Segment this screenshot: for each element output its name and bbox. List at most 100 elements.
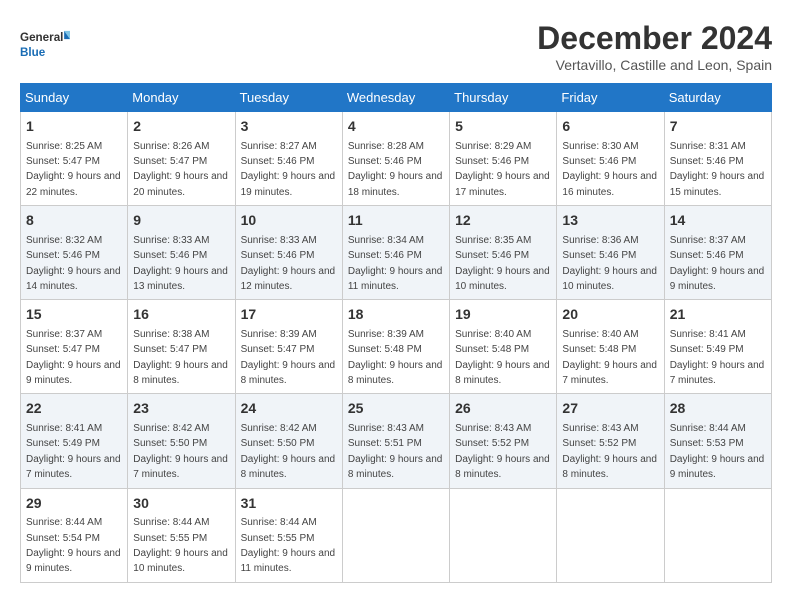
day-cell: 28 Sunrise: 8:44 AMSunset: 5:53 PMDaylig… <box>664 394 771 488</box>
day-number: 20 <box>562 305 658 325</box>
day-cell: 11 Sunrise: 8:34 AMSunset: 5:46 PMDaylig… <box>342 206 449 300</box>
day-cell: 6 Sunrise: 8:30 AMSunset: 5:46 PMDayligh… <box>557 112 664 206</box>
day-cell: 26 Sunrise: 8:43 AMSunset: 5:52 PMDaylig… <box>450 394 557 488</box>
day-info: Sunrise: 8:41 AMSunset: 5:49 PMDaylight:… <box>26 423 121 480</box>
day-info: Sunrise: 8:43 AMSunset: 5:52 PMDaylight:… <box>562 423 657 480</box>
day-info: Sunrise: 8:41 AMSunset: 5:49 PMDaylight:… <box>670 329 765 386</box>
day-number: 2 <box>133 117 229 137</box>
day-cell: 15 Sunrise: 8:37 AMSunset: 5:47 PMDaylig… <box>21 300 128 394</box>
day-number: 25 <box>348 399 444 419</box>
day-info: Sunrise: 8:44 AMSunset: 5:54 PMDaylight:… <box>26 517 121 574</box>
day-info: Sunrise: 8:40 AMSunset: 5:48 PMDaylight:… <box>455 329 550 386</box>
day-number: 3 <box>241 117 337 137</box>
day-number: 30 <box>133 494 229 514</box>
day-info: Sunrise: 8:39 AMSunset: 5:48 PMDaylight:… <box>348 329 443 386</box>
week-row-2: 8 Sunrise: 8:32 AMSunset: 5:46 PMDayligh… <box>21 206 772 300</box>
day-cell: 31 Sunrise: 8:44 AMSunset: 5:55 PMDaylig… <box>235 488 342 582</box>
day-number: 23 <box>133 399 229 419</box>
day-number: 22 <box>26 399 122 419</box>
day-number: 27 <box>562 399 658 419</box>
logo: General Blue <box>20 20 70 70</box>
day-cell: 19 Sunrise: 8:40 AMSunset: 5:48 PMDaylig… <box>450 300 557 394</box>
day-cell: 8 Sunrise: 8:32 AMSunset: 5:46 PMDayligh… <box>21 206 128 300</box>
day-info: Sunrise: 8:37 AMSunset: 5:47 PMDaylight:… <box>26 329 121 386</box>
day-info: Sunrise: 8:31 AMSunset: 5:46 PMDaylight:… <box>670 141 765 198</box>
day-number: 29 <box>26 494 122 514</box>
day-number: 17 <box>241 305 337 325</box>
day-info: Sunrise: 8:39 AMSunset: 5:47 PMDaylight:… <box>241 329 336 386</box>
day-number: 12 <box>455 211 551 231</box>
svg-text:Blue: Blue <box>20 46 46 59</box>
day-cell <box>342 488 449 582</box>
svg-text:General: General <box>20 31 63 44</box>
day-header-wednesday: Wednesday <box>342 84 449 112</box>
day-info: Sunrise: 8:44 AMSunset: 5:55 PMDaylight:… <box>241 517 336 574</box>
day-number: 11 <box>348 211 444 231</box>
day-cell: 7 Sunrise: 8:31 AMSunset: 5:46 PMDayligh… <box>664 112 771 206</box>
day-number: 8 <box>26 211 122 231</box>
day-cell: 1 Sunrise: 8:25 AMSunset: 5:47 PMDayligh… <box>21 112 128 206</box>
subtitle: Vertavillo, Castille and Leon, Spain <box>537 57 772 73</box>
day-number: 4 <box>348 117 444 137</box>
day-number: 15 <box>26 305 122 325</box>
day-number: 14 <box>670 211 766 231</box>
day-info: Sunrise: 8:29 AMSunset: 5:46 PMDaylight:… <box>455 141 550 198</box>
month-title: December 2024 <box>537 20 772 57</box>
day-cell: 2 Sunrise: 8:26 AMSunset: 5:47 PMDayligh… <box>128 112 235 206</box>
day-info: Sunrise: 8:35 AMSunset: 5:46 PMDaylight:… <box>455 235 550 292</box>
day-info: Sunrise: 8:43 AMSunset: 5:52 PMDaylight:… <box>455 423 550 480</box>
day-number: 24 <box>241 399 337 419</box>
day-cell: 13 Sunrise: 8:36 AMSunset: 5:46 PMDaylig… <box>557 206 664 300</box>
day-number: 9 <box>133 211 229 231</box>
day-info: Sunrise: 8:40 AMSunset: 5:48 PMDaylight:… <box>562 329 657 386</box>
day-header-sunday: Sunday <box>21 84 128 112</box>
week-row-3: 15 Sunrise: 8:37 AMSunset: 5:47 PMDaylig… <box>21 300 772 394</box>
day-info: Sunrise: 8:33 AMSunset: 5:46 PMDaylight:… <box>133 235 228 292</box>
day-info: Sunrise: 8:28 AMSunset: 5:46 PMDaylight:… <box>348 141 443 198</box>
day-info: Sunrise: 8:34 AMSunset: 5:46 PMDaylight:… <box>348 235 443 292</box>
day-info: Sunrise: 8:36 AMSunset: 5:46 PMDaylight:… <box>562 235 657 292</box>
day-cell: 16 Sunrise: 8:38 AMSunset: 5:47 PMDaylig… <box>128 300 235 394</box>
day-cell: 20 Sunrise: 8:40 AMSunset: 5:48 PMDaylig… <box>557 300 664 394</box>
day-cell: 10 Sunrise: 8:33 AMSunset: 5:46 PMDaylig… <box>235 206 342 300</box>
day-header-tuesday: Tuesday <box>235 84 342 112</box>
day-header-friday: Friday <box>557 84 664 112</box>
day-number: 10 <box>241 211 337 231</box>
day-header-thursday: Thursday <box>450 84 557 112</box>
day-number: 31 <box>241 494 337 514</box>
day-info: Sunrise: 8:30 AMSunset: 5:46 PMDaylight:… <box>562 141 657 198</box>
day-cell <box>664 488 771 582</box>
day-cell: 18 Sunrise: 8:39 AMSunset: 5:48 PMDaylig… <box>342 300 449 394</box>
day-cell: 14 Sunrise: 8:37 AMSunset: 5:46 PMDaylig… <box>664 206 771 300</box>
day-cell: 29 Sunrise: 8:44 AMSunset: 5:54 PMDaylig… <box>21 488 128 582</box>
day-header-monday: Monday <box>128 84 235 112</box>
week-row-4: 22 Sunrise: 8:41 AMSunset: 5:49 PMDaylig… <box>21 394 772 488</box>
day-cell: 9 Sunrise: 8:33 AMSunset: 5:46 PMDayligh… <box>128 206 235 300</box>
day-info: Sunrise: 8:44 AMSunset: 5:55 PMDaylight:… <box>133 517 228 574</box>
day-number: 26 <box>455 399 551 419</box>
day-info: Sunrise: 8:33 AMSunset: 5:46 PMDaylight:… <box>241 235 336 292</box>
day-cell: 12 Sunrise: 8:35 AMSunset: 5:46 PMDaylig… <box>450 206 557 300</box>
day-number: 19 <box>455 305 551 325</box>
day-header-saturday: Saturday <box>664 84 771 112</box>
title-area: December 2024 Vertavillo, Castille and L… <box>537 20 772 73</box>
day-cell: 3 Sunrise: 8:27 AMSunset: 5:46 PMDayligh… <box>235 112 342 206</box>
day-cell: 22 Sunrise: 8:41 AMSunset: 5:49 PMDaylig… <box>21 394 128 488</box>
day-number: 21 <box>670 305 766 325</box>
day-number: 16 <box>133 305 229 325</box>
day-info: Sunrise: 8:42 AMSunset: 5:50 PMDaylight:… <box>241 423 336 480</box>
day-cell: 23 Sunrise: 8:42 AMSunset: 5:50 PMDaylig… <box>128 394 235 488</box>
day-number: 6 <box>562 117 658 137</box>
day-info: Sunrise: 8:37 AMSunset: 5:46 PMDaylight:… <box>670 235 765 292</box>
day-cell: 17 Sunrise: 8:39 AMSunset: 5:47 PMDaylig… <box>235 300 342 394</box>
day-cell: 21 Sunrise: 8:41 AMSunset: 5:49 PMDaylig… <box>664 300 771 394</box>
day-info: Sunrise: 8:43 AMSunset: 5:51 PMDaylight:… <box>348 423 443 480</box>
day-number: 7 <box>670 117 766 137</box>
week-row-5: 29 Sunrise: 8:44 AMSunset: 5:54 PMDaylig… <box>21 488 772 582</box>
day-cell: 5 Sunrise: 8:29 AMSunset: 5:46 PMDayligh… <box>450 112 557 206</box>
day-cell <box>557 488 664 582</box>
day-info: Sunrise: 8:38 AMSunset: 5:47 PMDaylight:… <box>133 329 228 386</box>
day-number: 13 <box>562 211 658 231</box>
calendar-table: SundayMondayTuesdayWednesdayThursdayFrid… <box>20 83 772 583</box>
day-cell: 27 Sunrise: 8:43 AMSunset: 5:52 PMDaylig… <box>557 394 664 488</box>
